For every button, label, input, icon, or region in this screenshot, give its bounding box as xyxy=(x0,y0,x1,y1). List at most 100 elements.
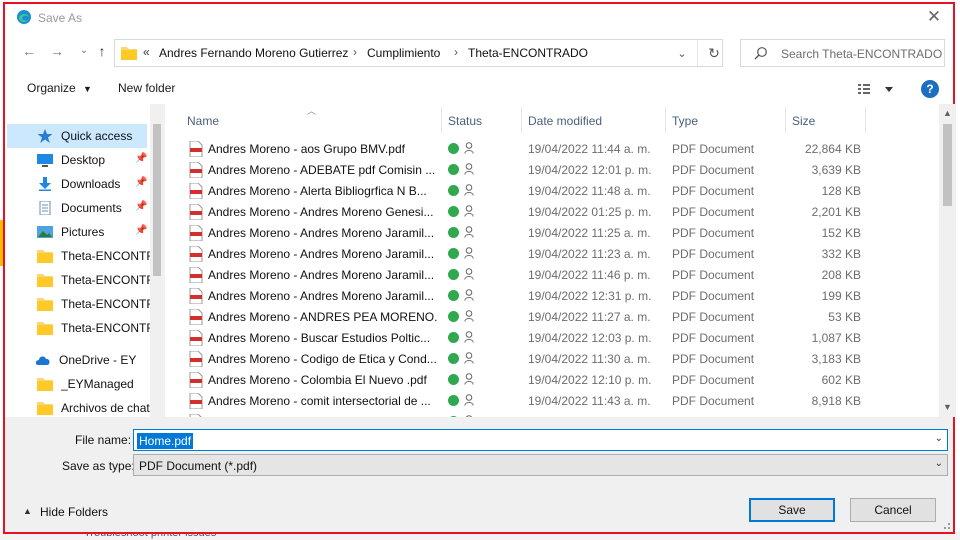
address-overflow-chevron[interactable]: « xyxy=(143,45,150,59)
nav-scrollbar-thumb[interactable] xyxy=(153,124,161,276)
column-header-date[interactable]: Date modified xyxy=(522,104,665,134)
file-type: PDF Document xyxy=(672,226,755,240)
breadcrumb-item[interactable]: Cumplimiento xyxy=(367,46,440,60)
address-dropdown-chevron-icon[interactable]: ⌄ xyxy=(674,46,690,62)
sync-status-ok-icon xyxy=(448,416,459,417)
breadcrumb-item[interactable]: Theta-ENCONTRADO xyxy=(468,46,588,60)
up-arrow-icon[interactable]: ↑ xyxy=(93,42,111,60)
nav-item-folder[interactable]: Theta-ENCONTRADO xyxy=(7,316,151,340)
refresh-icon[interactable]: ↻ xyxy=(705,44,723,62)
file-type: PDF Document xyxy=(672,205,755,219)
cancel-button[interactable]: Cancel xyxy=(850,498,936,522)
file-size: 2,201 KB xyxy=(811,205,861,219)
nav-item-folder[interactable]: Theta-ENCONTRADO xyxy=(7,244,151,268)
save-as-type-select[interactable]: PDF Document (*.pdf) ⌄ xyxy=(133,454,948,476)
file-row[interactable]: Andres Moreno - Alerta Bibliogrfica N B.… xyxy=(165,180,865,201)
file-type: PDF Document xyxy=(672,247,755,261)
file-row[interactable]: Andres Moreno - aos Grupo BMV.pdf 19/04/2… xyxy=(165,138,865,159)
file-size: 53 KB xyxy=(828,310,861,324)
resize-grip-icon[interactable] xyxy=(941,520,951,530)
file-row[interactable]: Andres Moreno - Andres Moreno Jaramil...… xyxy=(165,222,865,243)
folder-icon xyxy=(37,402,53,415)
search-box[interactable]: Search Theta-ENCONTRADO xyxy=(740,39,945,67)
back-arrow-icon[interactable]: ← xyxy=(20,42,38,60)
nav-item-onedrive[interactable]: OneDrive - EY xyxy=(7,348,147,372)
nav-item-pictures[interactable]: Pictures 📌 xyxy=(7,220,147,244)
file-row[interactable]: Andres Moreno - Colombia El Nuevo .pdf 19… xyxy=(165,369,865,390)
file-row[interactable]: Andres Moreno - Buscar Estudios Poltic..… xyxy=(165,327,865,348)
search-icon xyxy=(754,47,767,60)
column-header-name[interactable]: Name xyxy=(165,104,441,134)
navigation-row: ← → ⌄ ↑ « Andres Fernando Moreno Gutierr… xyxy=(5,32,953,72)
scroll-up-arrow-icon[interactable]: ▲ xyxy=(942,108,953,118)
close-button[interactable]: ✕ xyxy=(923,7,945,29)
file-name-value[interactable]: Home.pdf xyxy=(137,433,194,449)
sync-status-ok-icon xyxy=(448,374,459,385)
nav-item-desktop[interactable]: Desktop 📌 xyxy=(7,148,147,172)
change-view-icon[interactable] xyxy=(857,81,893,97)
column-header-type[interactable]: Type xyxy=(666,104,785,134)
sync-status-ok-icon xyxy=(448,332,459,343)
scroll-down-arrow-icon[interactable]: ▼ xyxy=(942,402,953,412)
file-type: PDF Document xyxy=(672,268,755,282)
breadcrumb-separator-icon[interactable]: › xyxy=(454,45,458,59)
sync-status-ok-icon xyxy=(448,353,459,364)
file-row[interactable]: Andres Moreno - comit intersectorial de … xyxy=(165,390,865,411)
file-name-field[interactable]: Home.pdf ⌄ xyxy=(133,429,948,451)
file-row[interactable]: Andres Moreno - ANDRES PEA MORENO... 19/0… xyxy=(165,306,865,327)
nav-item-downloads[interactable]: Downloads 📌 xyxy=(7,172,147,196)
shared-user-icon xyxy=(464,394,474,406)
column-header-label: Name xyxy=(187,114,220,128)
file-row[interactable]: Andres Moreno - Andres Moreno Jaramil...… xyxy=(165,285,865,306)
file-type: PDF Document xyxy=(672,310,755,324)
file-row[interactable]: Andres Moreno - ADEBATE pdf Comisin ... 1… xyxy=(165,159,865,180)
shared-user-icon xyxy=(464,226,474,238)
column-divider[interactable] xyxy=(865,107,866,133)
chevron-down-icon[interactable]: ⌄ xyxy=(935,433,943,444)
chevron-down-icon: ⌄ xyxy=(934,458,943,469)
help-icon[interactable]: ? xyxy=(921,80,939,98)
nav-item-documents[interactable]: Documents 📌 xyxy=(7,196,147,220)
column-header-size[interactable]: Size xyxy=(786,104,866,134)
file-row[interactable]: Andres Moreno - Andres Moreno Jaramil...… xyxy=(165,243,865,264)
save-as-type-label: Save as type: xyxy=(62,459,135,473)
nav-item-folder[interactable]: Archivos de chat xyxy=(7,396,150,417)
forward-arrow-icon[interactable]: → xyxy=(48,42,66,60)
nav-item-label: Archivos de chat xyxy=(61,401,150,415)
file-name: Andres Moreno - Codigo de Etica y Cond..… xyxy=(208,352,437,366)
nav-item-folder[interactable]: Theta-ENCONTRADO xyxy=(7,292,151,316)
pdf-file-icon xyxy=(189,183,203,199)
nav-item-quick-access[interactable]: Quick access xyxy=(7,124,147,148)
file-row-partial[interactable] xyxy=(165,411,865,417)
file-name: Andres Moreno - comit intersectorial de … xyxy=(208,394,431,408)
breadcrumb-separator-icon[interactable]: › xyxy=(353,45,357,59)
organize-button[interactable]: Organize ▼ xyxy=(27,81,92,95)
file-size: 602 KB xyxy=(821,373,861,387)
breadcrumb-item[interactable]: Andres Fernando Moreno Gutierrez xyxy=(159,46,348,60)
file-type: PDF Document xyxy=(672,394,755,408)
new-folder-button[interactable]: New folder xyxy=(118,81,175,95)
nav-item-folder[interactable]: Theta-ENCONTRADO xyxy=(7,268,151,292)
nav-item-label: Theta-ENCONTRADO xyxy=(61,273,151,287)
pdf-file-icon xyxy=(189,204,203,220)
file-size: 1,087 KB xyxy=(811,331,861,345)
nav-item-label: Theta-ENCONTRADO xyxy=(61,297,151,311)
file-row[interactable]: Andres Moreno - Andres Moreno Jaramil...… xyxy=(165,264,865,285)
file-size: 332 KB xyxy=(821,247,861,261)
file-type: PDF Document xyxy=(672,373,755,387)
nav-item-folder[interactable]: _EYManaged xyxy=(7,372,147,396)
save-button[interactable]: Save xyxy=(749,498,835,522)
shared-user-icon xyxy=(464,289,474,301)
file-row[interactable]: Andres Moreno - Codigo de Etica y Cond..… xyxy=(165,348,865,369)
search-input[interactable]: Search Theta-ENCONTRADO xyxy=(781,47,942,61)
edge-browser-icon xyxy=(17,10,31,24)
recent-locations-chevron-icon[interactable]: ⌄ xyxy=(75,42,93,60)
save-as-type-value: PDF Document (*.pdf) xyxy=(139,459,258,473)
documents-icon xyxy=(39,201,51,215)
file-list-scrollbar-thumb[interactable] xyxy=(943,124,952,206)
file-row[interactable]: Andres Moreno - Andres Moreno Genesi... 1… xyxy=(165,201,865,222)
pdf-file-icon xyxy=(189,330,203,346)
address-bar[interactable]: « Andres Fernando Moreno Gutierrez › Cum… xyxy=(114,39,723,67)
download-icon xyxy=(39,177,51,191)
column-header-status[interactable]: Status xyxy=(442,104,521,134)
